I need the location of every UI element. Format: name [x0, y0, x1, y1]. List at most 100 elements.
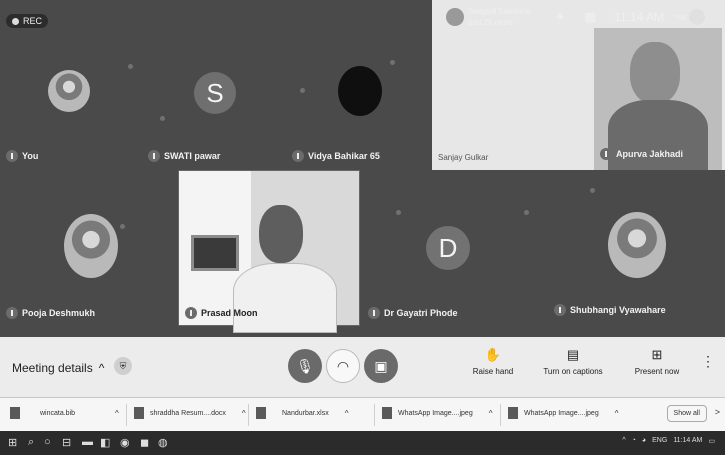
- audio-toggle-button[interactable]: ◠: [326, 349, 360, 383]
- background-dot: [590, 188, 595, 193]
- background-dot: [128, 64, 133, 69]
- system-tray: ^ ◔ ◕ ENG 11:14 AM ▭: [622, 437, 715, 445]
- weather-icon: ☀: [554, 9, 566, 24]
- file-icon: [10, 407, 20, 419]
- mic-off-icon: 🎙: [296, 357, 314, 374]
- taskbar-clock[interactable]: 11:14 AM: [673, 437, 702, 445]
- mic-off-icon: [368, 307, 380, 319]
- download-item[interactable]: wincata.bib ^: [10, 407, 119, 419]
- background-dot: [120, 224, 125, 229]
- notification-line-2: and 25 more: [468, 18, 513, 27]
- microphone-button[interactable]: 🎙: [288, 349, 322, 383]
- avatar-pooja: [64, 214, 118, 278]
- task-view-icon[interactable]: ○: [44, 436, 51, 448]
- explorer-icon[interactable]: ▬: [82, 436, 93, 448]
- wall-frame: [191, 235, 239, 271]
- close-icon[interactable]: >: [715, 407, 720, 417]
- file-icon: [134, 407, 144, 419]
- raise-hand-button[interactable]: ✋ Raise hand: [458, 347, 528, 376]
- speaker-torso: [233, 263, 337, 333]
- chevron-up-icon[interactable]: ^: [115, 409, 119, 418]
- language-indicator[interactable]: ENG: [652, 437, 667, 445]
- mic-off-icon: [554, 304, 566, 316]
- avatar-swati: S: [194, 72, 236, 114]
- participant-label-prasad: Prasad Moon: [185, 307, 258, 319]
- file-icon: [382, 407, 392, 419]
- shield-icon[interactable]: ⛨: [114, 357, 132, 375]
- present-icon: ⊞: [651, 347, 663, 362]
- download-item[interactable]: WhatsApp Image....jpeg ^: [508, 407, 618, 419]
- participant-label-pooja: Pooja Deshmukh: [6, 307, 95, 319]
- participant-label-apurva: Apurva Jakhadi: [600, 148, 683, 160]
- widgets-icon[interactable]: ⊟: [62, 436, 71, 449]
- clock: 11:14 AM: [614, 10, 665, 24]
- recording-badge: REC: [6, 14, 49, 28]
- chevron-up-icon: ^: [98, 361, 105, 375]
- more-options-icon[interactable]: ⋮: [701, 353, 715, 370]
- mic-off-icon: [185, 307, 197, 319]
- screen-share: Swapnil Sahdane and 25 more ☀ ▦ 11:14 AM…: [432, 0, 725, 170]
- network-icon[interactable]: ◔: [632, 437, 636, 445]
- chrome-icon[interactable]: ◍: [158, 436, 168, 449]
- divider: [248, 404, 249, 426]
- speaker-head: [259, 205, 303, 263]
- presenter-label: Sanjay Gulkar: [438, 153, 489, 162]
- meeting-details-button[interactable]: Meeting details ^: [12, 361, 104, 375]
- store-icon[interactable]: ◧: [100, 436, 110, 449]
- hand-icon: ✋: [484, 347, 502, 362]
- prasad-video: Prasad Moon: [178, 170, 360, 333]
- chevron-up-icon[interactable]: ^: [489, 409, 493, 418]
- captions-icon: ▤: [566, 347, 580, 362]
- background-dot: [396, 210, 401, 215]
- present-now-button[interactable]: ⊞ Present now: [622, 347, 692, 376]
- file-icon: [256, 407, 266, 419]
- chevron-up-icon[interactable]: ^: [242, 409, 246, 418]
- divider: [374, 404, 375, 426]
- show-all-button[interactable]: Show all: [666, 405, 707, 422]
- download-item[interactable]: Nandurbar.xlsx ^: [256, 407, 348, 419]
- background-dot: [300, 88, 305, 93]
- mic-off-icon: [148, 150, 160, 162]
- download-item[interactable]: shraddha Resum....docx ^: [134, 407, 246, 419]
- camera-off-icon: ▣: [374, 357, 388, 374]
- mic-off-icon: [600, 148, 612, 160]
- volume-icon[interactable]: ◕: [642, 437, 646, 445]
- profile-avatar: [688, 9, 705, 25]
- camera-button[interactable]: ▣: [364, 349, 398, 383]
- download-item[interactable]: WhatsApp Image....jpeg ^: [382, 407, 492, 419]
- mic-off-icon: [292, 150, 304, 162]
- you-chip: You: [674, 9, 705, 25]
- meeting-stage: REC You S SWATI pawar Vidya Bahikar 65 S…: [0, 0, 725, 337]
- participant-label-vidya: Vidya Bahikar 65: [292, 150, 380, 162]
- participant-label-you: You: [6, 150, 38, 162]
- recording-label: REC: [23, 16, 43, 26]
- search-icon[interactable]: ⌕: [28, 436, 34, 449]
- captions-button[interactable]: ▤ Turn on captions: [538, 347, 608, 376]
- news-icon[interactable]: ▦: [584, 9, 596, 25]
- meeting-controls: Meeting details ^ ⛨ 🎙 ◠ ▣ ✋ Raise hand ▤…: [0, 337, 725, 397]
- start-icon[interactable]: ⊞: [8, 436, 17, 449]
- avatar-vidya: [338, 66, 382, 116]
- participant-label-swati: SWATI pawar: [148, 150, 220, 162]
- divider: [126, 404, 127, 426]
- notification-avatar: [446, 8, 464, 26]
- avatar-you: [48, 70, 90, 112]
- waveform-icon: ◠: [336, 357, 350, 374]
- app-icon[interactable]: ◼: [140, 436, 149, 449]
- notification-icon[interactable]: ▭: [708, 437, 715, 445]
- taskbar: ⊞ ⌕ ○ ⊟ ▬ ◧ ◉ ◼ ◍ ^ ◔ ◕ ENG 11:14 AM ▭: [0, 431, 725, 455]
- background-dot: [390, 60, 395, 65]
- record-dot-icon: [12, 17, 19, 25]
- chevron-up-icon[interactable]: ^: [345, 409, 349, 418]
- speaker-face: [630, 42, 680, 104]
- notification-line-1: Swapnil Sahdane: [468, 7, 531, 16]
- mic-off-icon: [6, 307, 18, 319]
- browser-icon[interactable]: ◉: [120, 436, 130, 449]
- participant-label-shubhangi: Shubhangi Vyawahare: [554, 304, 666, 316]
- tray-overflow-icon[interactable]: ^: [622, 437, 625, 445]
- divider: [500, 404, 501, 426]
- file-icon: [508, 407, 518, 419]
- chevron-up-icon[interactable]: ^: [615, 409, 619, 418]
- participant-label-gayatri: Dr Gayatri Phode: [368, 307, 458, 319]
- downloads-bar: wincata.bib ^ shraddha Resum....docx ^ N…: [0, 397, 725, 431]
